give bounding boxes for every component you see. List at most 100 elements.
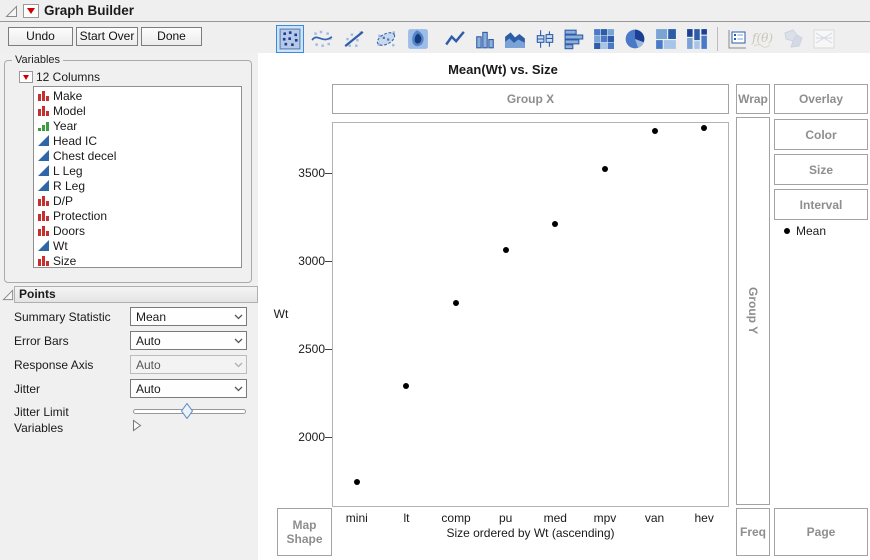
red-triangle-menu-button[interactable] bbox=[23, 4, 39, 18]
column-item-year[interactable]: Year bbox=[34, 118, 241, 133]
column-item-d-p[interactable]: D/P bbox=[34, 193, 241, 208]
dropdown-value: Auto bbox=[131, 382, 230, 396]
nominal-bars-icon bbox=[38, 255, 49, 266]
data-point-van[interactable] bbox=[652, 128, 658, 134]
undo-button[interactable]: Undo bbox=[8, 27, 73, 46]
toolbar-separator bbox=[717, 27, 718, 51]
points-row-label: Jitter bbox=[14, 382, 40, 396]
column-item-model[interactable]: Model bbox=[34, 103, 241, 118]
drop-zone-group-y[interactable]: Group Y bbox=[736, 117, 770, 505]
window-header: Graph Builder bbox=[0, 0, 870, 22]
dropdown-button[interactable] bbox=[230, 314, 246, 320]
heatmap-icon[interactable] bbox=[590, 25, 618, 53]
error-bars-dropdown[interactable]: Auto bbox=[130, 331, 247, 350]
column-item-r-leg[interactable]: R Leg bbox=[34, 178, 241, 193]
box-plot-icon[interactable] bbox=[531, 25, 559, 53]
column-label: Year bbox=[53, 119, 77, 133]
line-chart-icon[interactable] bbox=[441, 25, 469, 53]
column-item-l-leg[interactable]: L Leg bbox=[34, 163, 241, 178]
done-button[interactable]: Done bbox=[141, 27, 202, 46]
drop-zone-color[interactable]: Color bbox=[774, 119, 868, 150]
column-label: Head IC bbox=[53, 134, 97, 148]
start-over-button[interactable]: Start Over bbox=[76, 27, 138, 46]
drop-zone-interval[interactable]: Interval bbox=[774, 189, 868, 220]
summary-statistic-dropdown[interactable]: Mean bbox=[130, 307, 247, 326]
y-tick-label: 2000 bbox=[284, 430, 325, 444]
line-of-fit-icon[interactable] bbox=[340, 25, 368, 53]
graph-builder-window: Graph Builder Undo Start Over Done f(θ) … bbox=[0, 0, 870, 560]
smoother-icon[interactable] bbox=[308, 25, 336, 53]
x-tick-label: comp bbox=[431, 511, 481, 525]
column-item-head-ic[interactable]: Head IC bbox=[34, 133, 241, 148]
caption-box-icon[interactable] bbox=[723, 25, 751, 53]
points-icon[interactable] bbox=[276, 25, 304, 53]
drop-zone-label: Page bbox=[807, 525, 836, 539]
y-tick-mark bbox=[325, 261, 332, 262]
drop-zone-label: Group Y bbox=[746, 287, 760, 334]
histogram-icon[interactable] bbox=[561, 25, 589, 53]
column-label: Make bbox=[53, 89, 82, 103]
treemap-icon[interactable] bbox=[652, 25, 680, 53]
column-item-wt[interactable]: Wt bbox=[34, 238, 241, 253]
columns-red-triangle-button[interactable] bbox=[19, 71, 33, 83]
chevron-down-icon bbox=[234, 362, 243, 368]
x-tick-label: hev bbox=[679, 511, 729, 525]
columns-list[interactable]: MakeModelYearHead ICChest decelL LegR Le… bbox=[33, 86, 242, 268]
formula-icon: f(θ) bbox=[748, 25, 776, 53]
column-label: Size bbox=[53, 254, 76, 268]
chart-title: Mean(Wt) vs. Size bbox=[277, 62, 729, 79]
column-item-chest-decel[interactable]: Chest decel bbox=[34, 148, 241, 163]
columns-count-label: 12 Columns bbox=[36, 70, 100, 84]
drop-zone-size[interactable]: Size bbox=[774, 154, 868, 185]
collapse-triangle-icon[interactable] bbox=[5, 5, 18, 18]
legend-item-mean[interactable]: Mean bbox=[796, 224, 826, 238]
drop-zone-overlay[interactable]: Overlay bbox=[774, 84, 868, 114]
column-label: Model bbox=[53, 104, 86, 118]
points-collapse-triangle-icon[interactable] bbox=[2, 289, 14, 301]
red-triangle-icon bbox=[27, 8, 35, 14]
continuous-ramp-icon bbox=[38, 180, 49, 191]
ellipse-icon[interactable] bbox=[372, 25, 400, 53]
column-item-doors[interactable]: Doors bbox=[34, 223, 241, 238]
nominal-bars-icon bbox=[38, 225, 49, 236]
continuous-ramp-icon bbox=[38, 165, 49, 176]
column-label: Chest decel bbox=[53, 149, 116, 163]
nominal-bars-icon bbox=[38, 210, 49, 221]
jitter-limit-slider-thumb[interactable] bbox=[181, 403, 193, 419]
column-item-protection[interactable]: Protection bbox=[34, 208, 241, 223]
drop-zone-map-shape[interactable]: Map Shape bbox=[277, 508, 332, 556]
contour-icon[interactable] bbox=[404, 25, 432, 53]
bar-chart-icon[interactable] bbox=[471, 25, 499, 53]
drop-zone-group-x[interactable]: Group X bbox=[332, 84, 729, 114]
mosaic-icon[interactable] bbox=[683, 25, 711, 53]
continuous-ramp-icon bbox=[38, 150, 49, 161]
points-panel-header[interactable]: Points bbox=[14, 286, 258, 303]
variables-disclosure-icon[interactable] bbox=[132, 419, 142, 437]
column-item-make[interactable]: Make bbox=[34, 88, 241, 103]
drop-zone-page[interactable]: Page bbox=[774, 508, 868, 556]
x-tick-label: mini bbox=[332, 511, 382, 525]
nominal-bars-icon bbox=[38, 90, 49, 101]
y-tick-mark bbox=[325, 437, 332, 438]
pie-chart-icon[interactable] bbox=[621, 25, 649, 53]
drop-zone-label: Wrap bbox=[738, 92, 768, 106]
y-tick-label: 3000 bbox=[284, 254, 325, 268]
x-tick-label: lt bbox=[381, 511, 431, 525]
chevron-down-icon bbox=[234, 314, 243, 320]
x-tick-label: pu bbox=[481, 511, 531, 525]
area-chart-icon[interactable] bbox=[501, 25, 529, 53]
drop-zone-label: Map Shape bbox=[284, 518, 325, 546]
x-axis-label: Size ordered by Wt (ascending) bbox=[332, 526, 729, 540]
dropdown-button[interactable] bbox=[230, 338, 246, 344]
drop-zone-label: Group X bbox=[507, 92, 554, 106]
y-axis-label: Wt bbox=[268, 307, 294, 321]
x-tick-label: mpv bbox=[580, 511, 630, 525]
jitter-dropdown[interactable]: Auto bbox=[130, 379, 247, 398]
x-tick-label: van bbox=[630, 511, 680, 525]
dropdown-value: Auto bbox=[131, 358, 230, 372]
plot-area[interactable] bbox=[332, 122, 729, 507]
column-item-size[interactable]: Size bbox=[34, 253, 241, 268]
drop-zone-wrap[interactable]: Wrap bbox=[736, 84, 770, 114]
drop-zone-freq[interactable]: Freq bbox=[736, 508, 770, 556]
dropdown-button[interactable] bbox=[230, 386, 246, 392]
